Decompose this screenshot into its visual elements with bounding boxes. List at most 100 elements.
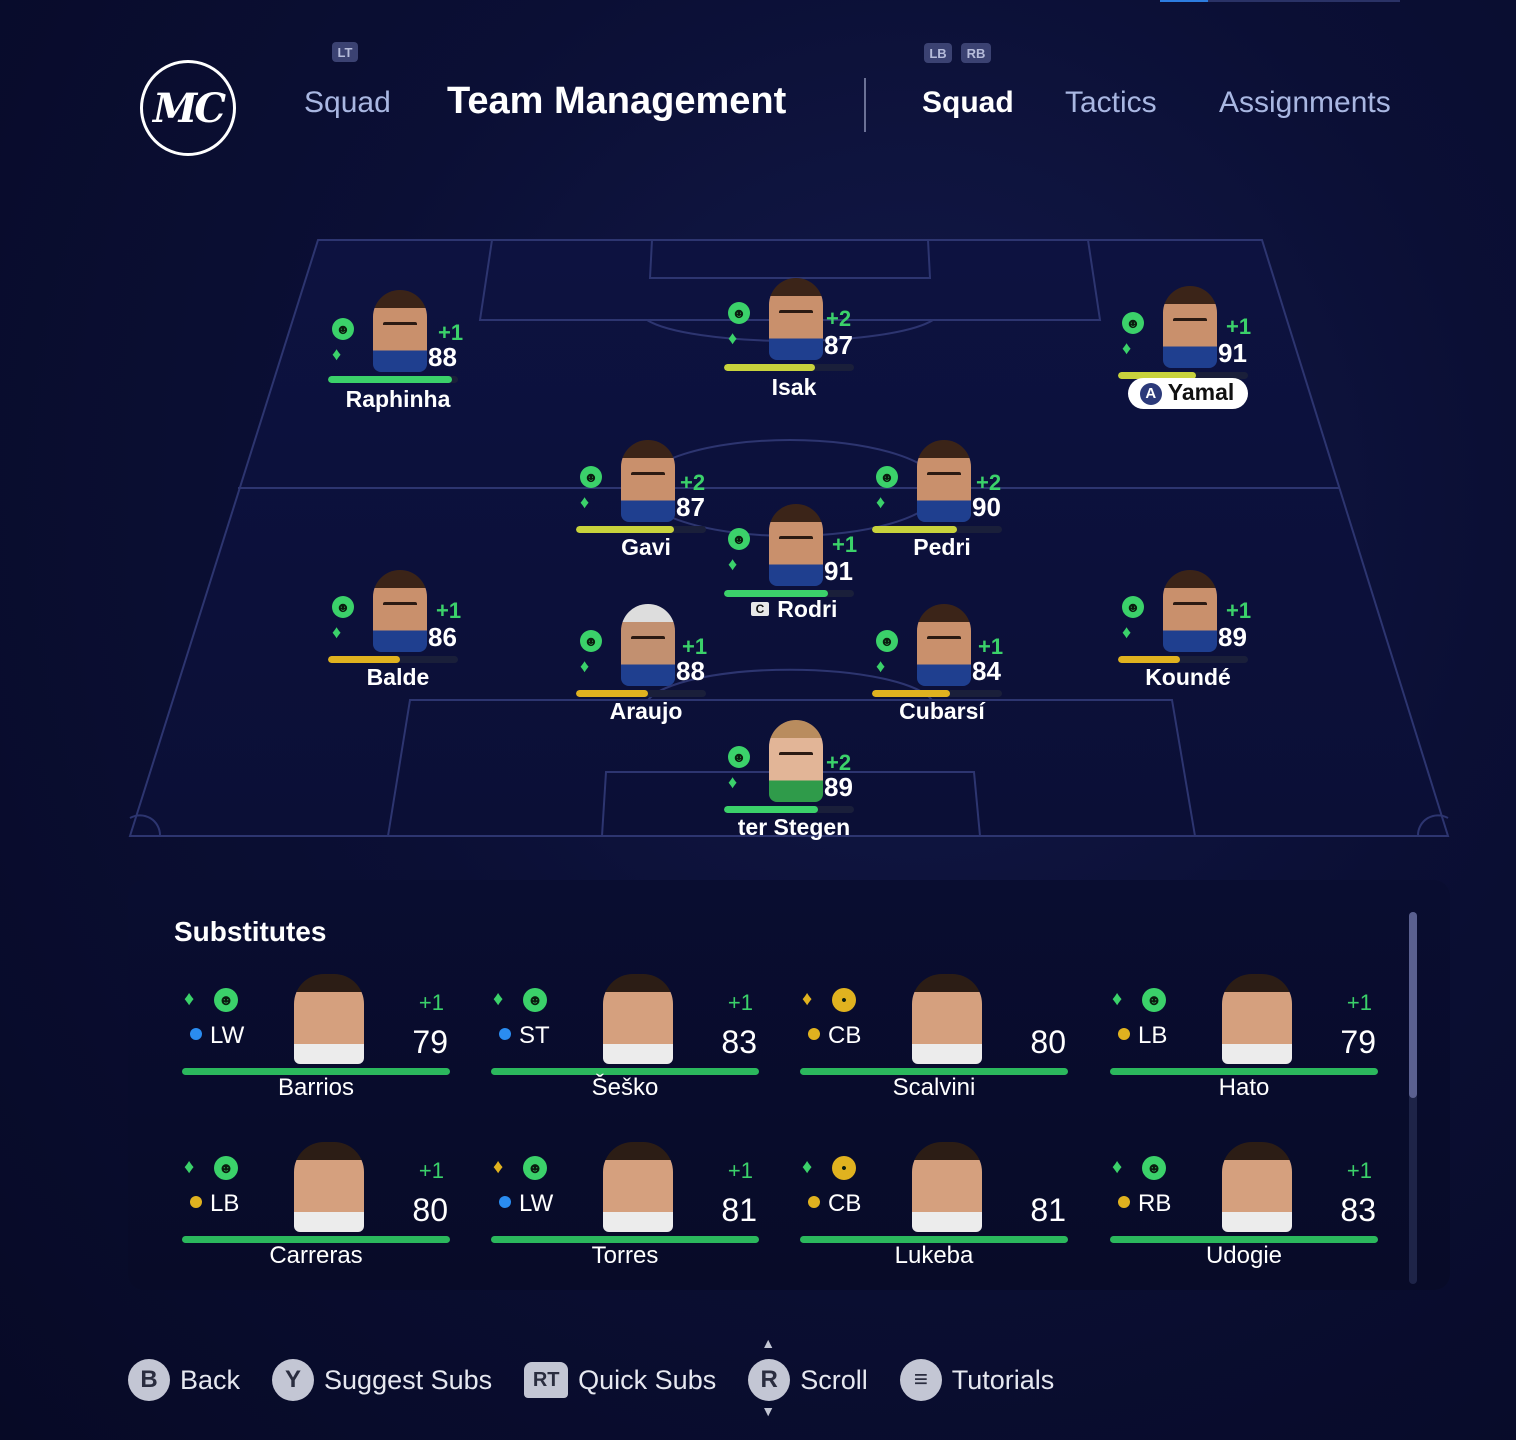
position-label: CB xyxy=(808,1022,861,1050)
gem-icon: ♦ xyxy=(1112,1156,1123,1178)
substitute-card[interactable]: ♦ ☻ RB +1 83 Udogie xyxy=(1110,1142,1378,1269)
quick-subs-button[interactable]: RT Quick Subs xyxy=(524,1362,716,1398)
scrollbar-thumb[interactable] xyxy=(1409,912,1417,1098)
player-name: Isak xyxy=(771,374,817,400)
quick-subs-label: Quick Subs xyxy=(578,1364,717,1395)
gem-icon: ♦ xyxy=(493,1156,504,1178)
player-portrait xyxy=(1222,1142,1292,1232)
arrow-down-icon: ▼ xyxy=(761,1403,776,1419)
lineup-player[interactable]: ☻ ♦ +1 86 Balde xyxy=(328,570,468,700)
overall-rating: 84 xyxy=(972,656,1001,686)
morale-happy-icon: ☻ xyxy=(876,630,898,652)
player-name: Raphinha xyxy=(345,386,451,412)
rating-boost: +2 xyxy=(826,306,852,331)
header-divider xyxy=(864,78,866,132)
overall-rating: 87 xyxy=(824,330,853,360)
tab-assignments[interactable]: Assignments xyxy=(1219,86,1391,120)
position-text: LB xyxy=(210,1190,240,1217)
back-button[interactable]: B Back xyxy=(128,1359,240,1401)
gem-icon: ♦ xyxy=(332,622,342,642)
substitute-card[interactable]: ♦ • CB 80 Scalvini xyxy=(800,974,1068,1101)
position-text: CB xyxy=(828,1022,862,1049)
morale-happy-icon: ☻ xyxy=(728,746,750,768)
rating-boost: +1 xyxy=(436,598,462,623)
tutorials-button[interactable]: ≡ Tutorials xyxy=(899,1359,1054,1401)
suggest-subs-button[interactable]: Y Suggest Subs xyxy=(272,1359,492,1401)
lineup-player[interactable]: ☻ ♦ +1 84 Cubarsí xyxy=(872,604,1012,734)
substitute-card[interactable]: ♦ ☻ ST +1 83 Šeško xyxy=(491,974,759,1101)
page-indicator xyxy=(1160,0,1400,2)
morale-happy-icon: ☻ xyxy=(523,1156,547,1180)
morale-happy-icon: ☻ xyxy=(1122,596,1144,618)
player-name: Carreras xyxy=(269,1242,363,1269)
assistant-captain-badge: A xyxy=(1139,383,1162,405)
gem-icon: ♦ xyxy=(1122,622,1132,642)
substitutes-scrollbar[interactable] xyxy=(1409,912,1417,1284)
lineup-player[interactable]: ☻ ♦ +2 90 Pedri xyxy=(872,440,1012,570)
tab-squad[interactable]: Squad xyxy=(922,86,1014,120)
position-dot xyxy=(499,1196,511,1208)
morale-happy-icon: ☻ xyxy=(580,466,602,488)
player-name: Scalvini xyxy=(892,1074,976,1101)
player-name: Torres xyxy=(591,1242,659,1269)
player-portrait xyxy=(917,604,971,686)
lineup-player[interactable]: ☻ ♦ +1 91 C Rodri xyxy=(724,504,864,634)
position-text: ST xyxy=(519,1022,550,1049)
fitness-fill xyxy=(872,690,950,697)
player-name: Udogie xyxy=(1205,1242,1283,1269)
fitness-bar xyxy=(724,364,854,371)
position-label: LW xyxy=(499,1190,553,1218)
morale-happy-icon: ☻ xyxy=(876,466,898,488)
lineup-player[interactable]: ☻ ♦ +1 91 A Yamal xyxy=(1118,286,1258,416)
lineup-player[interactable]: ☻ ♦ +1 88 Araujo xyxy=(576,604,716,734)
rating-boost: +1 xyxy=(832,532,858,557)
rating-boost: +1 xyxy=(1346,1158,1372,1183)
overall-rating: 89 xyxy=(824,772,853,802)
lineup-player[interactable]: ☻ ♦ +1 88 Raphinha xyxy=(328,290,468,420)
position-label: LB xyxy=(1118,1022,1167,1050)
substitute-card[interactable]: ♦ ☻ LB +1 80 Carreras xyxy=(182,1142,450,1269)
position-dot xyxy=(499,1028,511,1040)
lineup-player[interactable]: ☻ ♦ +2 87 Isak xyxy=(724,278,864,408)
rating-boost: +1 xyxy=(1226,314,1252,339)
squad-nav-label[interactable]: Squad xyxy=(304,86,391,120)
fitness-bar xyxy=(328,656,458,663)
gem-icon: ♦ xyxy=(580,492,590,512)
rating-boost: +1 xyxy=(1346,990,1372,1015)
lineup-player[interactable]: ☻ ♦ +2 87 Gavi xyxy=(576,440,716,570)
overall-rating: 87 xyxy=(676,492,705,522)
position-text: LW xyxy=(519,1190,554,1217)
menu-button-icon: ≡ xyxy=(899,1359,942,1401)
tab-tactics[interactable]: Tactics xyxy=(1065,86,1157,120)
player-portrait xyxy=(912,1142,982,1232)
player-name: Pedri xyxy=(913,534,971,560)
substitute-card[interactable]: ♦ • CB 81 Lukeba xyxy=(800,1142,1068,1269)
fitness-fill xyxy=(872,526,957,533)
gem-icon: ♦ xyxy=(728,554,738,574)
overall-rating: 80 xyxy=(1030,1024,1066,1060)
substitutes-title: Substitutes xyxy=(174,916,327,947)
scroll-button[interactable]: ▲ R ▼ Scroll xyxy=(748,1335,868,1419)
overall-rating: 83 xyxy=(721,1024,757,1060)
fitness-fill xyxy=(328,376,452,383)
player-portrait xyxy=(621,604,675,686)
rating-boost: +1 xyxy=(1226,598,1252,623)
player-portrait xyxy=(294,974,364,1064)
player-portrait xyxy=(373,290,427,372)
lineup-player[interactable]: ☻ ♦ +1 89 Koundé xyxy=(1118,570,1258,700)
fitness-fill xyxy=(328,656,400,663)
player-portrait xyxy=(1222,974,1292,1064)
player-name: Koundé xyxy=(1145,664,1231,690)
position-label: RB xyxy=(1118,1190,1171,1218)
substitute-card[interactable]: ♦ ☻ LW +1 79 Barrios xyxy=(182,974,450,1101)
player-name: Araujo xyxy=(609,698,683,724)
position-label: ST xyxy=(499,1022,550,1050)
rb-button-hint: RB xyxy=(961,43,991,63)
scroll-label: Scroll xyxy=(800,1364,868,1395)
substitute-card[interactable]: ♦ ☻ LW +1 81 Torres xyxy=(491,1142,759,1269)
substitute-card[interactable]: ♦ ☻ LB +1 79 Hato xyxy=(1110,974,1378,1101)
player-portrait xyxy=(603,974,673,1064)
fitness-bar xyxy=(872,526,1002,533)
player-portrait xyxy=(603,1142,673,1232)
lineup-player[interactable]: ☻ ♦ +2 89 ter Stegen xyxy=(724,720,864,850)
